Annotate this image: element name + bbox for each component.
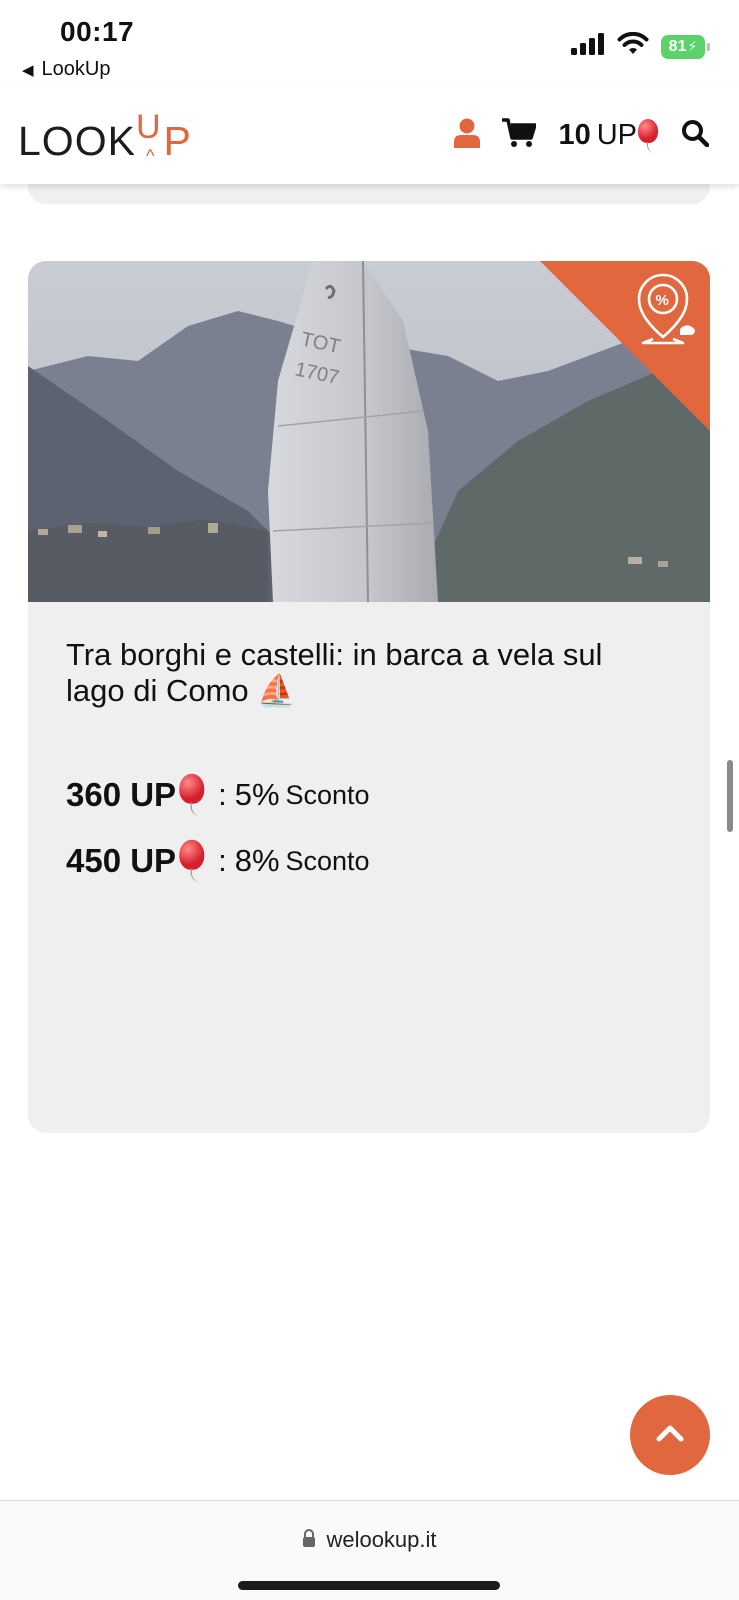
offer-row: 450 UP : 8% Sconto xyxy=(66,839,370,883)
scroll-to-top-button[interactable] xyxy=(630,1395,710,1475)
back-triangle-icon: ◀ xyxy=(22,61,34,79)
offer-percent: 5% xyxy=(234,777,280,812)
home-indicator[interactable] xyxy=(238,1581,500,1590)
offer-discount-word: Sconto xyxy=(285,845,370,876)
charging-bolt-icon: ⚡ xyxy=(687,38,698,54)
cart-icon[interactable] xyxy=(502,118,538,153)
status-icons: 81 ⚡ xyxy=(571,31,710,61)
back-to-app-link[interactable]: ◀ LookUp xyxy=(22,58,110,81)
offer-amount: 450 UP xyxy=(66,842,177,879)
chevron-up-icon xyxy=(655,1423,685,1448)
offer-separator: : xyxy=(218,777,227,812)
scrollbar-thumb[interactable] xyxy=(727,760,733,832)
lock-icon xyxy=(302,1527,316,1553)
battery-level: 81 xyxy=(668,37,687,55)
url-text: welookup.it xyxy=(326,1527,437,1552)
up-unit: UP xyxy=(596,119,637,151)
logo-look-text: LOOK xyxy=(18,118,136,164)
offer-amount: 360 UP xyxy=(66,776,177,813)
discount-badge: % xyxy=(540,261,710,431)
up-count: 10 xyxy=(558,119,591,151)
battery-indicator: 81 ⚡ xyxy=(661,34,710,59)
offer-discount-word: Sconto xyxy=(285,779,370,810)
user-icon[interactable] xyxy=(454,118,481,153)
experience-title[interactable]: Tra borghi e castelli: in barca a vela s… xyxy=(66,637,666,709)
offer-row: 360 UP : 5% Sconto xyxy=(66,773,370,817)
signal-icon xyxy=(571,33,605,60)
logo-u-text: U xyxy=(135,108,162,146)
svg-text:%: % xyxy=(656,292,669,309)
experience-card[interactable]: TOT 1707 % Tra borghi e castelli: in bar… xyxy=(28,261,710,1133)
offer-separator: : xyxy=(218,843,227,878)
balloon-icon xyxy=(178,839,206,883)
logo-p-text: P xyxy=(163,118,192,164)
balloon-icon xyxy=(637,118,659,153)
status-time: 00:17 xyxy=(60,16,135,47)
address-field[interactable]: welookup.it xyxy=(0,1527,739,1553)
sailboat-lake-image: TOT 1707 % xyxy=(28,261,710,602)
browser-url-bar: welookup.it xyxy=(0,1500,739,1600)
wifi-icon xyxy=(617,31,649,61)
search-icon[interactable] xyxy=(681,119,710,152)
logo-caret: ^ xyxy=(145,146,156,166)
up-balance[interactable]: 10 UP xyxy=(558,118,659,153)
lookup-logo[interactable]: LOOK U ^ P xyxy=(18,110,192,166)
offer-percent: 8% xyxy=(234,843,280,878)
back-app-label: LookUp xyxy=(41,58,111,80)
header-actions: 10 UP xyxy=(454,118,710,153)
status-bar: 00:17 ◀ LookUp 81 ⚡ xyxy=(0,0,739,88)
site-header: LOOK U ^ P 10 UP xyxy=(0,88,739,184)
logo-up-mark: U ^ P xyxy=(136,110,192,166)
balloon-icon xyxy=(178,773,206,817)
